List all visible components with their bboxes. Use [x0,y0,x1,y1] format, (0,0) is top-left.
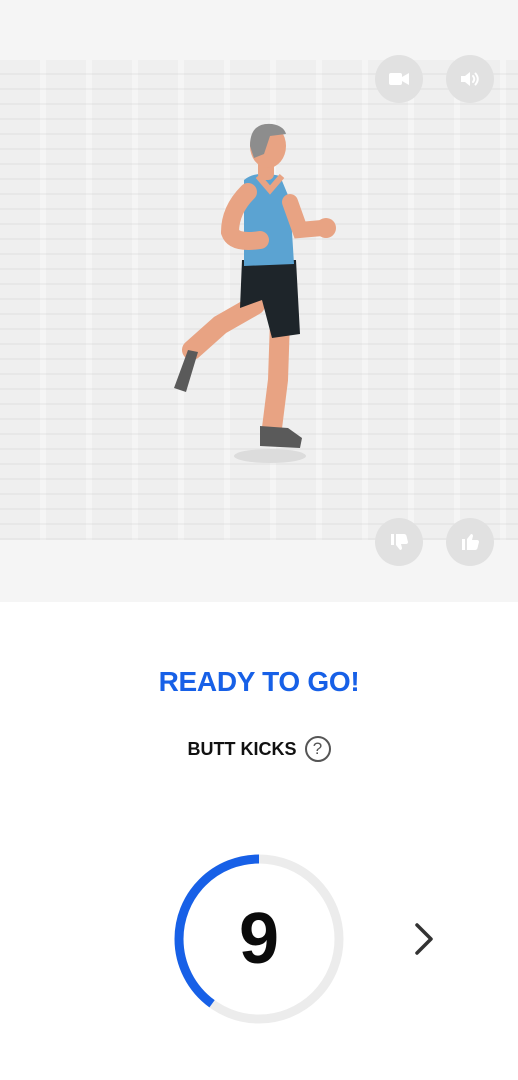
exercise-illustration [150,110,370,470]
video-button[interactable] [375,55,423,103]
chevron-right-icon [415,923,433,955]
next-button[interactable] [404,914,444,964]
help-icon[interactable]: ? [304,736,331,762]
ready-title: READY TO GO! [158,666,360,697]
exercise-name: BUTT KICKS [187,738,297,759]
thumbs-down-icon [391,534,408,550]
countdown-ring: 9 [171,851,347,1027]
exercise-animation-area [0,0,518,602]
countdown-number: 9 [238,899,280,979]
video-camera-icon [389,73,409,85]
thumbs-up-icon [462,534,479,550]
exercise-label-row: BUTT KICKS ? [0,736,518,762]
dislike-button[interactable] [375,518,423,566]
sound-button[interactable] [446,55,494,103]
volume-icon [461,72,479,86]
like-button[interactable] [446,518,494,566]
